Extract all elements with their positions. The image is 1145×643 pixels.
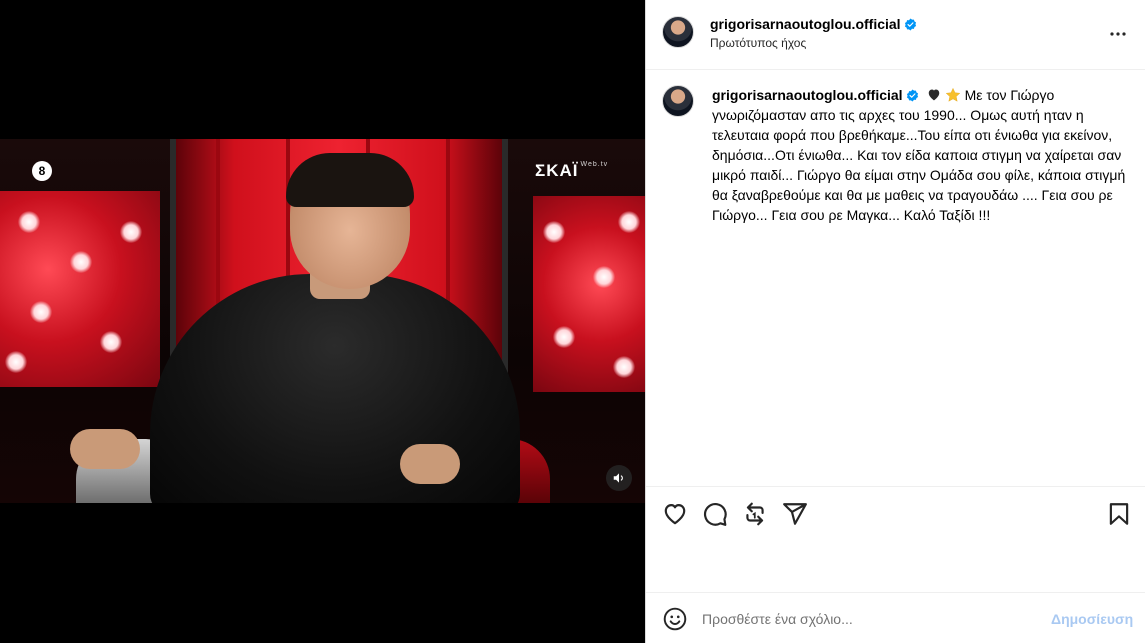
comment-bar: Δημοσίευση: [646, 592, 1145, 643]
channel-logo-left: 8: [32, 161, 52, 181]
header-username[interactable]: grigorisarnaoutoglou.official: [710, 16, 917, 32]
verified-icon: [906, 89, 918, 102]
black-heart-icon: [928, 89, 939, 101]
channel-logo-right-suffix: Web.tv: [580, 161, 609, 168]
person-hand-left: [70, 429, 140, 469]
more-icon[interactable]: [1106, 22, 1130, 46]
caption-text: Με τον Γιώργο γνωριζόμασταν απο τις αρχε…: [712, 87, 1126, 223]
caption-section: grigorisarnaoutoglou.official Με τον Γιώ…: [646, 71, 1145, 486]
star-icon: [945, 87, 960, 102]
caption-avatar[interactable]: [662, 85, 694, 117]
heart-icon[interactable]: [662, 501, 688, 527]
sound-toggle-button[interactable]: [606, 465, 632, 491]
comment-icon[interactable]: [702, 501, 728, 527]
post-actions: [646, 486, 1145, 592]
channel-logo-right: ΣΚΑΪ Web.tv: [535, 161, 608, 181]
post-comment-button[interactable]: Δημοσίευση: [1051, 611, 1133, 627]
caption-text-block: grigorisarnaoutoglou.official Με τον Γιώ…: [712, 85, 1132, 225]
repost-icon[interactable]: [742, 501, 768, 527]
sound-icon: [613, 473, 623, 483]
channel-logo-right-text: ΣΚΑΪ: [535, 161, 579, 180]
video-player[interactable]: 8 ΣΚΑΪ Web.tv: [0, 0, 645, 643]
person-hand-right: [400, 444, 460, 484]
post-details-panel: grigorisarnaoutoglou.official Πρωτότυπος…: [645, 0, 1145, 643]
header-username-text[interactable]: grigorisarnaoutoglou.official: [710, 16, 901, 32]
avatar[interactable]: [662, 16, 694, 48]
bookmark-icon[interactable]: [1106, 501, 1132, 527]
caption-username-text[interactable]: grigorisarnaoutoglou.official: [712, 87, 903, 103]
caption-username[interactable]: grigorisarnaoutoglou.official: [712, 87, 919, 103]
video-frame[interactable]: 8 ΣΚΑΪ Web.tv: [0, 139, 645, 503]
share-icon[interactable]: [782, 501, 808, 527]
person-hair: [286, 153, 414, 207]
emoji-icon[interactable]: [662, 606, 688, 632]
background-screen-left: [0, 191, 160, 387]
post-header: grigorisarnaoutoglou.official Πρωτότυπος…: [646, 0, 1145, 70]
audio-label[interactable]: Πρωτότυπος ήχος: [710, 36, 806, 50]
comment-input[interactable]: [702, 607, 1042, 631]
verified-icon: [904, 18, 916, 31]
background-screen-right: [533, 196, 645, 392]
